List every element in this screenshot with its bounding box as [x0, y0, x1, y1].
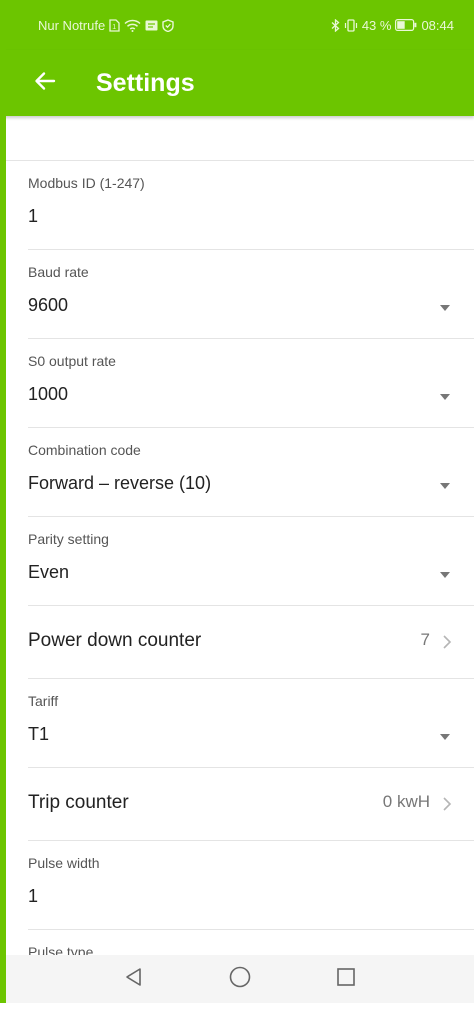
modbus-id-field[interactable]: Modbus ID (1-247) 1 [28, 161, 474, 250]
power-down-counter-item[interactable]: Power down counter 7 [28, 606, 474, 679]
back-button[interactable] [28, 66, 62, 100]
system-navigation-bar [6, 955, 474, 1003]
field-label: Baud rate [28, 264, 89, 280]
field-value: 1000 [28, 384, 69, 404]
field-label: Parity setting [28, 531, 109, 547]
field-value: 1 [28, 886, 39, 906]
field-label: Modbus ID (1-247) [28, 175, 145, 191]
field-value: Even [28, 562, 70, 582]
carrier-label: Nur Notrufe [38, 17, 106, 33]
combination-code-select[interactable]: Combination code Forward – reverse (10) [28, 428, 474, 517]
item-title: Trip counter [28, 792, 129, 813]
arrow-left-icon [34, 71, 56, 96]
nav-home-button[interactable] [220, 959, 260, 999]
field-label: Pulse width [28, 855, 100, 871]
chevron-right-icon [440, 795, 454, 813]
top-divider-row [6, 116, 474, 161]
field-value: Forward – reverse (10) [28, 473, 212, 493]
caret-down-icon [440, 305, 450, 311]
field-label: Tariff [28, 693, 59, 709]
clock-time: 08:44 [421, 17, 454, 33]
field-value: 1 [28, 206, 39, 226]
circle-home-icon [229, 966, 251, 993]
sim-icon: 1 [109, 18, 120, 32]
caret-down-icon [440, 483, 450, 489]
field-value: T1 [28, 724, 50, 744]
battery-icon [395, 19, 417, 31]
vibrate-icon [344, 18, 358, 32]
field-label: S0 output rate [28, 353, 116, 369]
tariff-select[interactable]: Tariff T1 [28, 679, 474, 768]
status-bar: Nur Notrufe 1 43 % 08:44 [0, 0, 474, 50]
svg-text:1: 1 [112, 24, 116, 31]
pulse-width-field[interactable]: Pulse width 1 [28, 841, 474, 930]
caret-down-icon [440, 394, 450, 400]
bluetooth-icon [331, 18, 340, 32]
shield-icon [162, 18, 174, 32]
item-value: 0 kwH [382, 792, 430, 811]
nav-back-button[interactable] [114, 959, 154, 999]
chevron-right-icon [440, 633, 454, 651]
baud-rate-select[interactable]: Baud rate 9600 [28, 250, 474, 339]
field-value: 9600 [28, 295, 69, 315]
square-recents-icon [336, 967, 356, 992]
item-title: Power down counter [28, 630, 202, 651]
page-title: Settings [96, 68, 195, 97]
triangle-back-icon [124, 967, 144, 992]
app-bar: Settings [0, 50, 474, 116]
s0-output-rate-select[interactable]: S0 output rate 1000 [28, 339, 474, 428]
settings-list: Modbus ID (1-247) 1 Baud rate 9600 S0 ou… [6, 116, 474, 1010]
field-label: Combination code [28, 442, 141, 458]
caret-down-icon [440, 572, 450, 578]
battery-percent: 43 % [361, 17, 392, 33]
item-value: 7 [420, 630, 430, 649]
caret-down-icon [440, 734, 450, 740]
trip-counter-item[interactable]: Trip counter 0 kwH [28, 768, 474, 841]
left-accent-border [0, 0, 6, 1003]
parity-setting-select[interactable]: Parity setting Even [28, 517, 474, 606]
nav-recents-button[interactable] [326, 959, 366, 999]
wifi-icon [124, 19, 141, 32]
message-icon [145, 20, 158, 31]
